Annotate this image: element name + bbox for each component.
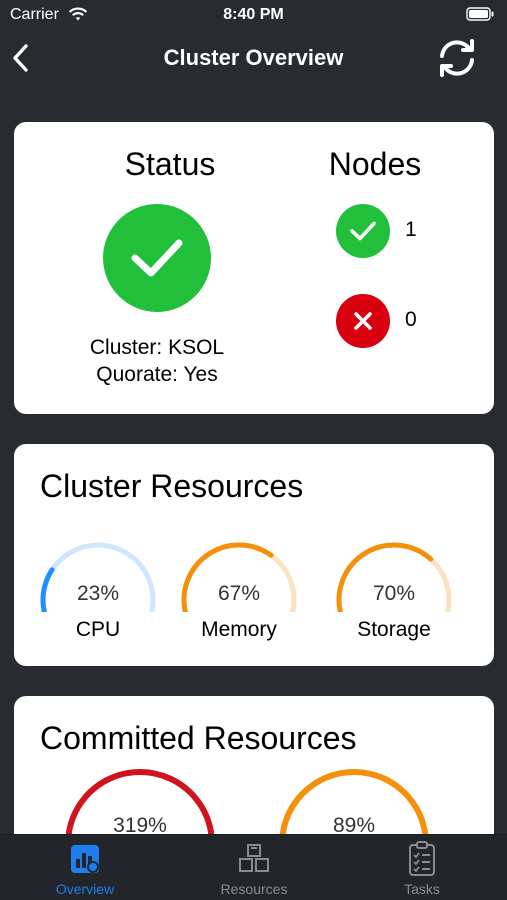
cross-icon — [354, 312, 372, 330]
tab-overview[interactable]: Overview — [25, 841, 145, 900]
checkmark-icon — [350, 221, 376, 241]
storage-gauge-label: Storage — [357, 618, 431, 641]
cluster-resources-card: Cluster Resources 23% CPU 67% Memory 70%… — [14, 444, 494, 666]
tab-resources-label: Resources — [220, 881, 288, 897]
nodes-online-indicator — [336, 204, 390, 258]
cpu-gauge-label: CPU — [75, 618, 121, 641]
status-heading: Status — [124, 146, 216, 182]
dashboard-icon — [71, 845, 99, 873]
cluster-status-indicator — [103, 204, 211, 312]
memory-gauge-value: 67% — [217, 582, 261, 605]
nodes-offline-count: 0 — [405, 308, 417, 331]
memory-gauge: 67% Memory — [177, 542, 301, 652]
tab-overview-label: Overview — [55, 881, 115, 897]
refresh-button[interactable] — [433, 36, 481, 80]
committed-resources-heading: Committed Resources — [40, 720, 357, 756]
cluster-resources-heading: Cluster Resources — [40, 468, 304, 504]
nodes-online-count: 1 — [405, 218, 417, 241]
nodes-heading: Nodes — [328, 146, 422, 182]
cpu-gauge-value: 23% — [76, 582, 120, 605]
nodes-offline-indicator — [336, 294, 390, 348]
clock: 8:40 PM — [223, 6, 284, 23]
storage-gauge: 70% Storage — [332, 542, 456, 652]
tab-tasks[interactable]: Tasks — [362, 841, 482, 900]
status-bar: Carrier 8:40 PM — [0, 0, 507, 32]
page-title: Cluster Overview — [163, 45, 344, 70]
tab-resources[interactable]: Resources — [194, 841, 314, 900]
memory-gauge-label: Memory — [201, 618, 277, 641]
clipboard-list-icon — [409, 841, 435, 876]
cluster-name-text: Cluster: KSOL — [89, 336, 225, 359]
quorate-text: Quorate: Yes — [96, 363, 218, 386]
cpu-gauge: 23% CPU — [36, 542, 160, 652]
storage-gauge-value: 70% — [372, 582, 416, 605]
boxes-icon — [239, 844, 269, 872]
battery-icon — [466, 7, 494, 26]
status-card: Status Cluster: KSOL Quorate: Yes Nodes … — [14, 122, 494, 414]
checkmark-icon — [131, 239, 183, 277]
tab-tasks-label: Tasks — [404, 881, 440, 897]
navigation-bar: Cluster Overview — [0, 32, 507, 84]
refresh-icon — [440, 39, 474, 77]
tab-bar: Overview Resources Tasks — [0, 834, 507, 900]
